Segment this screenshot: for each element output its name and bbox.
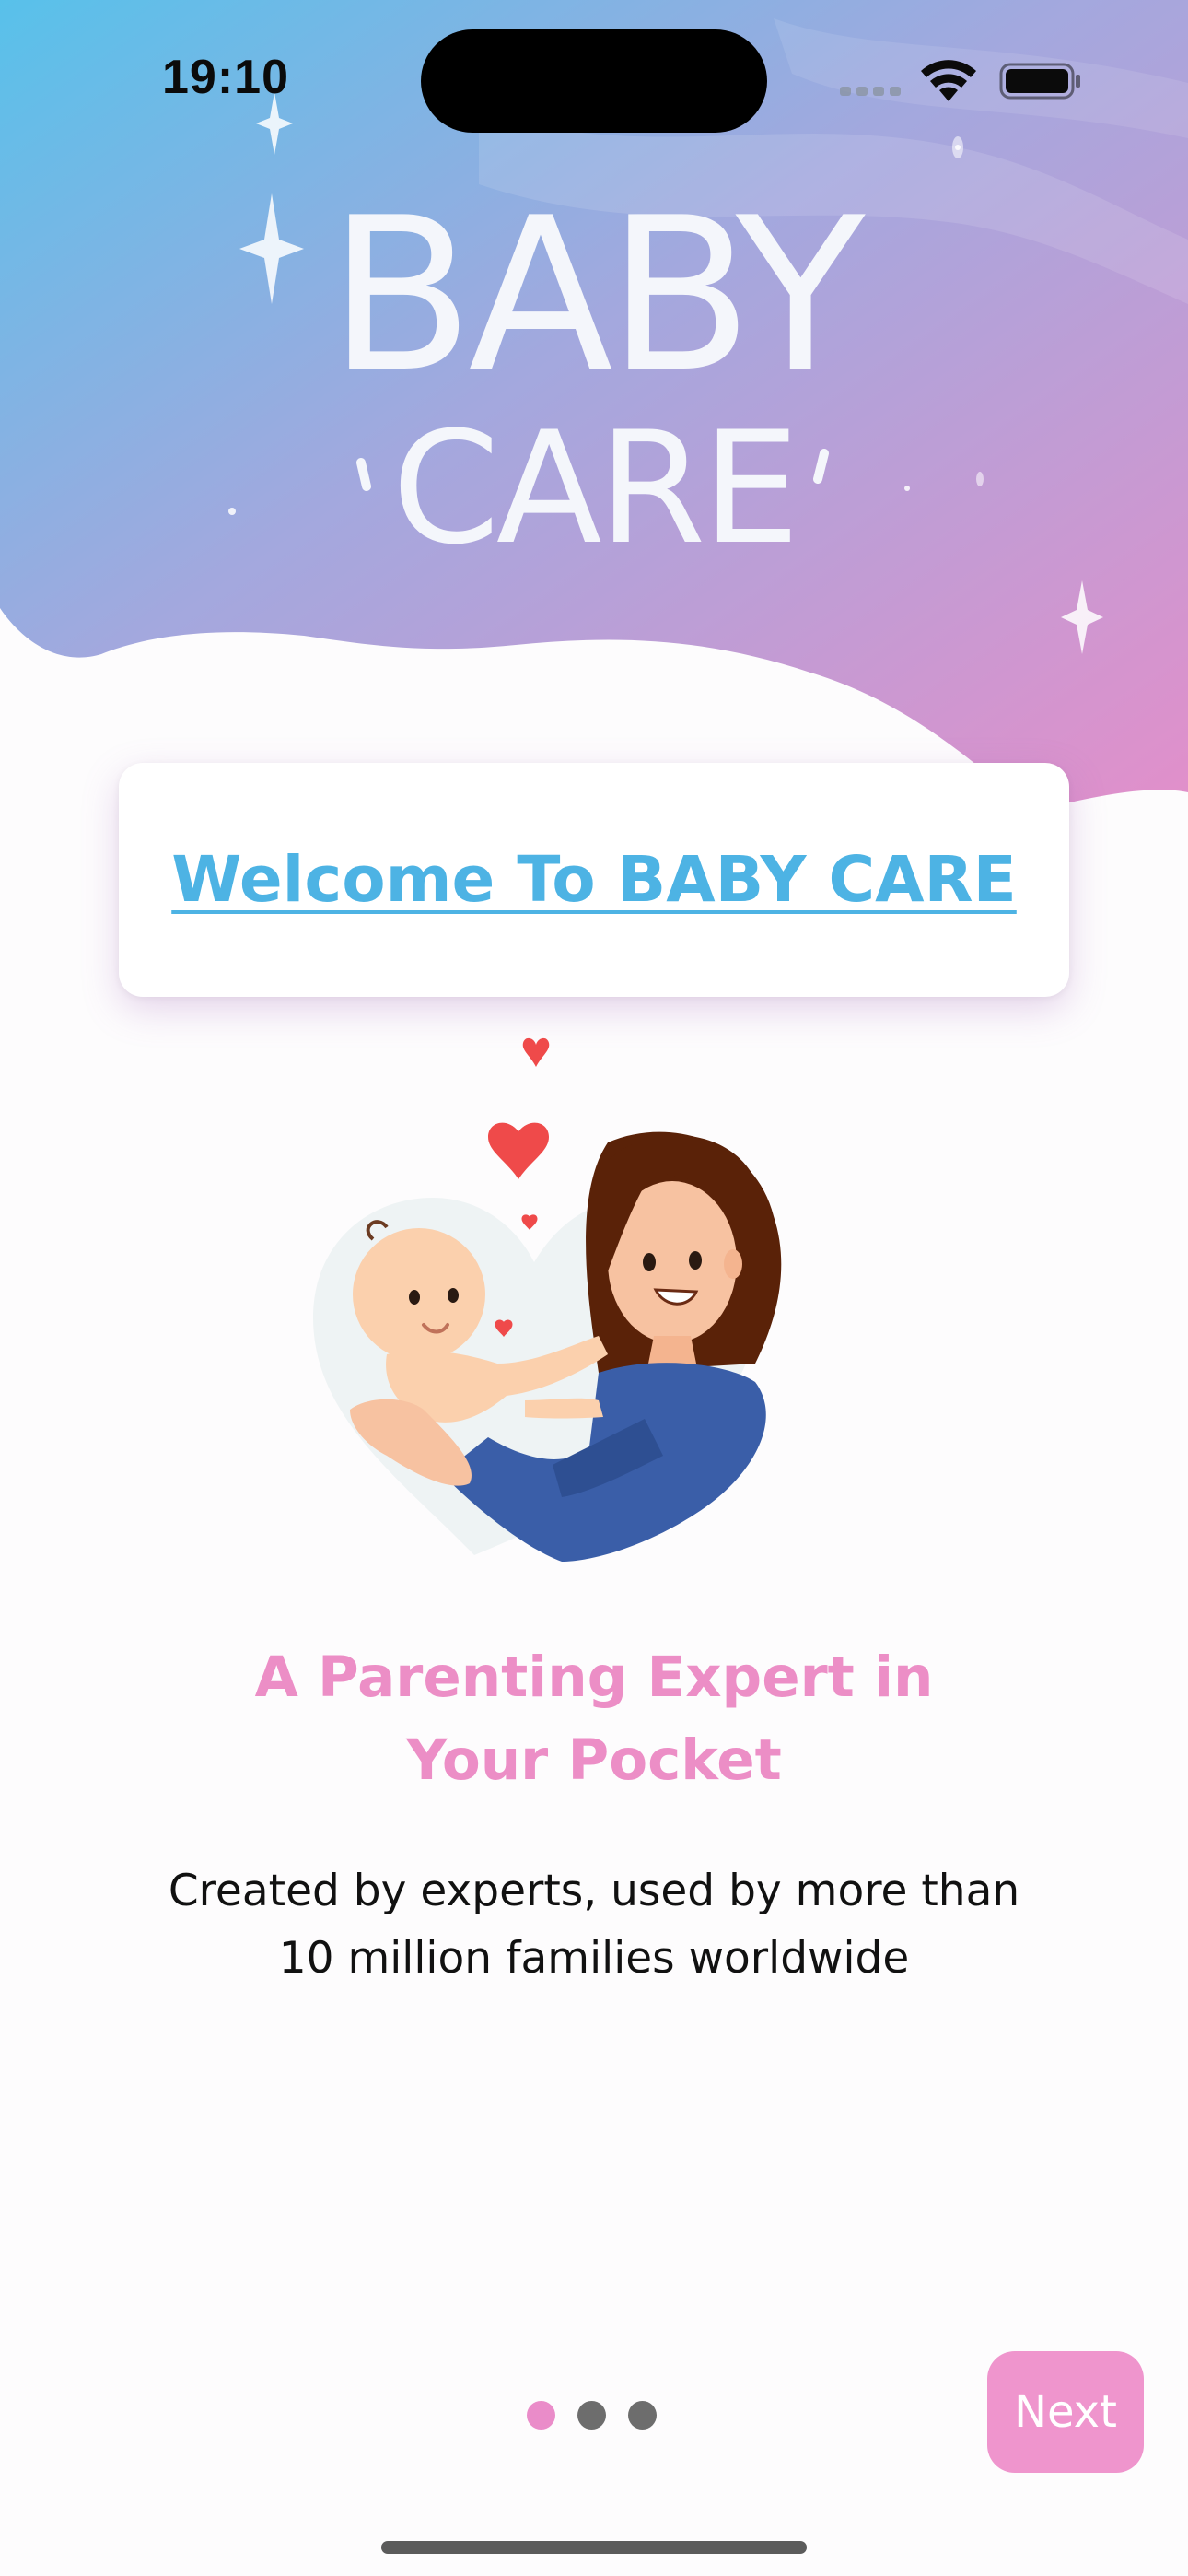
onboarding-description: Created by experts, used by more than 10… <box>134 1857 1054 1992</box>
headline-line-2: Your Pocket <box>406 1727 782 1793</box>
status-time: 19:10 <box>162 51 289 104</box>
dynamic-island <box>421 29 767 133</box>
welcome-card: Welcome To BABY CARE <box>119 763 1069 997</box>
headline-line-1: A Parenting Expert in <box>254 1645 934 1710</box>
description-line-1: Created by experts, used by more than <box>168 1866 1020 1916</box>
page-dot-3[interactable] <box>628 2401 657 2430</box>
logo-line-care: CARE <box>391 398 796 562</box>
page-indicator <box>527 2401 657 2430</box>
baby-care-logo: BABY CARE <box>329 173 866 562</box>
status-bar: 19:10 <box>0 0 1188 157</box>
description-line-2: 10 million families worldwide <box>278 1933 910 1984</box>
welcome-title-link[interactable]: Welcome To BABY CARE <box>171 843 1017 917</box>
page-dot-2[interactable] <box>577 2401 606 2430</box>
wifi-icon <box>921 60 976 101</box>
home-indicator[interactable] <box>381 2541 807 2554</box>
mother-baby-illustration <box>313 1037 782 1562</box>
cellular-signal-icon <box>840 83 904 98</box>
page-dot-1[interactable] <box>527 2401 555 2430</box>
next-button[interactable]: Next <box>987 2351 1144 2473</box>
logo-line-baby: BABY <box>329 173 866 419</box>
battery-icon <box>999 63 1080 100</box>
onboarding-headline: A Parenting Expert in Your Pocket <box>134 1636 1054 1802</box>
